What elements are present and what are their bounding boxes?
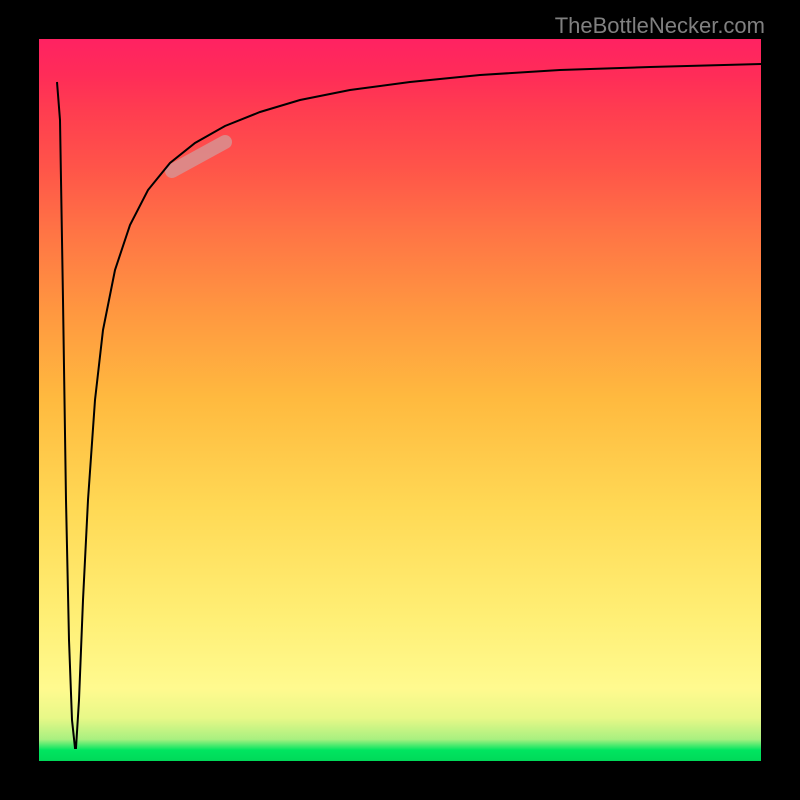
watermark-text: TheBottleNecker.com [555,13,765,39]
chart-container: TheBottleNecker.com [0,0,800,800]
plot-area [39,39,761,761]
